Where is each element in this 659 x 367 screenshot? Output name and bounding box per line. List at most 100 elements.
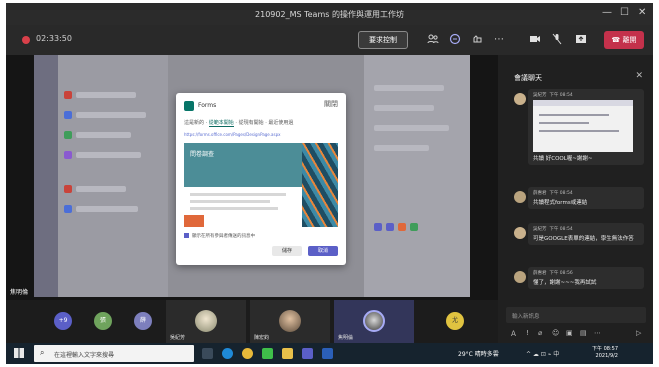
participant-tile[interactable]: 陳宏鈞 — [250, 300, 330, 343]
tab-recent[interactable]: 最近使用過 — [268, 120, 293, 126]
camera-icon[interactable] — [528, 33, 542, 47]
tab-template[interactable]: 從範本開始 — [208, 120, 234, 127]
send-icon[interactable]: ▷ — [636, 329, 641, 337]
blur-chip — [386, 223, 394, 231]
system-tray[interactable]: ^ ☁ ⊡ ⌁ 中 — [526, 349, 559, 358]
shared-left-pane — [58, 55, 168, 297]
blur-chip — [64, 131, 72, 139]
participant-strip: +9 張 薛 吳紀芳 陳宏鈞 焦明倫 尤 — [6, 300, 498, 343]
chat-icon[interactable] — [448, 33, 462, 47]
teams-window: 210902_MS Teams 的操作與運用工作坊 — ☐ ✕ 02:33:50… — [6, 3, 653, 364]
more-options-icon[interactable]: ⋯ — [594, 329, 601, 337]
preview-accent — [184, 215, 204, 227]
form-preview: 問卷調查 — [184, 143, 338, 227]
form-preview-panel: 問卷調查 — [184, 143, 302, 227]
message-sender: 吳紀芳 — [533, 93, 547, 98]
tab-new[interactable]: 這是新的 — [184, 120, 204, 126]
participant-avatar[interactable]: 薛 — [134, 312, 152, 330]
participant-photo — [195, 310, 217, 332]
message-text: 共讀 好COOL喔~謝謝~ — [533, 156, 593, 162]
meeting-chat-panel: 會議聊天 ✕ 吳紀芳 下午 08:54 共讀 好COOL喔~謝謝~ 薛惠君 下午… — [498, 55, 653, 343]
meeting-toolbar: 02:33:50 要求控制 ⋯ ☎ 離開 — [6, 25, 653, 55]
dialog-tabs: 這是新的 · 從範本開始 · 從現有開始 · 最近使用過 — [184, 120, 294, 127]
minimize-button[interactable]: — — [602, 7, 612, 18]
more-icon[interactable]: ⋯ — [492, 33, 506, 47]
taskbar-search-box[interactable]: ⌕ 在這裡輸入文字來搜尋 — [34, 345, 194, 362]
share-option-label: 顯示在所有參與者傳送的訊息中 — [192, 234, 255, 239]
teams-icon[interactable] — [302, 348, 313, 359]
participants-icon[interactable] — [426, 33, 440, 47]
chrome-icon[interactable] — [242, 348, 253, 359]
chat-message: 薛惠君 下午 08:56 懂了，謝謝~~~我再試試 — [528, 267, 644, 289]
edge-icon[interactable] — [222, 348, 233, 359]
task-view-icon[interactable] — [202, 348, 213, 359]
blur-row — [76, 206, 138, 212]
file-explorer-icon[interactable] — [282, 348, 293, 359]
message-meta: 吳紀芳 下午 08:54 — [533, 92, 639, 98]
message-sender: 薛惠君 — [533, 191, 547, 196]
maximize-button[interactable]: ☐ — [620, 7, 629, 18]
reactions-icon[interactable] — [470, 33, 484, 47]
blur-row — [76, 186, 126, 192]
emoji-icon[interactable]: ☺ — [552, 329, 559, 337]
mic-off-icon[interactable] — [550, 33, 564, 47]
cancel-button[interactable]: 取消 — [308, 246, 338, 256]
window-title: 210902_MS Teams 的操作與運用工作坊 — [255, 10, 404, 19]
line-icon[interactable] — [262, 348, 273, 359]
sticker-icon[interactable]: ▤ — [580, 329, 587, 337]
dialog-close-button[interactable]: 關閉 — [324, 99, 338, 109]
blur-chip — [374, 223, 382, 231]
checkbox-icon — [184, 233, 189, 238]
dialog-title: Forms — [198, 102, 217, 109]
format-icon[interactable]: Ａ — [510, 329, 517, 339]
message-text: 懂了，謝謝~~~我再試試 — [533, 280, 597, 286]
message-time: 下午 08:54 — [549, 191, 573, 196]
blur-chip — [64, 111, 72, 119]
word-icon[interactable] — [322, 348, 333, 359]
participant-tile[interactable]: 吳紀芳 — [166, 300, 246, 343]
form-link[interactable]: https://forms.office.com/Pages/DesignPag… — [184, 132, 280, 137]
sender-avatar — [514, 271, 526, 283]
form-theme-art — [302, 143, 338, 227]
message-text: 共讀程式forms或連結 — [533, 200, 588, 206]
tab-existing[interactable]: 從現有開始 — [239, 120, 264, 126]
blur-row — [76, 152, 141, 158]
leave-button[interactable]: ☎ 離開 — [604, 31, 644, 49]
more-participants-avatar[interactable]: +9 — [54, 312, 72, 330]
close-window-button[interactable]: ✕ — [638, 7, 646, 18]
clock-time: 下午 08:57 — [592, 346, 618, 352]
chat-message-input[interactable]: 輸入新訊息 — [506, 307, 646, 323]
clock-date: 2021/9/2 — [595, 353, 618, 359]
attach-icon[interactable]: ⌀ — [538, 329, 542, 337]
thumb-bar — [533, 100, 633, 106]
shared-sidebar — [34, 55, 58, 297]
message-meta: 薛惠君 下午 08:54 — [533, 190, 639, 196]
save-button[interactable]: 儲存 — [272, 246, 302, 256]
sender-avatar — [514, 93, 526, 105]
message-meta: 薛惠君 下午 08:56 — [533, 270, 639, 276]
shared-screen-stage: Forms 關閉 這是新的 · 從範本開始 · 從現有開始 · 最近使用過 ht… — [6, 55, 498, 300]
participant-photo — [363, 310, 385, 332]
blur-row — [76, 112, 146, 118]
thumb-line — [539, 122, 589, 124]
search-placeholder: 在這裡輸入文字來搜尋 — [54, 352, 115, 359]
participant-tile[interactable]: 焦明倫 — [334, 300, 414, 343]
blur-chip — [64, 151, 72, 159]
share-icon[interactable] — [574, 33, 588, 47]
shared-image-thumbnail[interactable] — [533, 100, 633, 152]
share-option[interactable]: 顯示在所有參與者傳送的訊息中 — [184, 233, 255, 239]
message-time: 下午 08:56 — [549, 271, 573, 276]
form-banner: 問卷調查 — [184, 143, 302, 187]
weather-widget[interactable]: 29°C 晴時多雲 — [458, 349, 499, 358]
gif-icon[interactable]: ▣ — [566, 329, 573, 337]
blur-chip — [410, 223, 418, 231]
taskbar-clock[interactable]: 下午 08:57 2021/9/2 — [592, 346, 618, 360]
exclamation-icon[interactable]: ! — [526, 329, 529, 337]
close-icon[interactable]: ✕ — [635, 71, 643, 81]
request-control-button[interactable]: 要求控制 — [358, 31, 408, 49]
participant-name: 焦明倫 — [338, 335, 354, 341]
windows-start-icon[interactable] — [14, 348, 24, 358]
participant-avatar[interactable]: 尤 — [446, 312, 464, 330]
chat-title: 會議聊天 — [514, 74, 542, 82]
participant-avatar[interactable]: 張 — [94, 312, 112, 330]
